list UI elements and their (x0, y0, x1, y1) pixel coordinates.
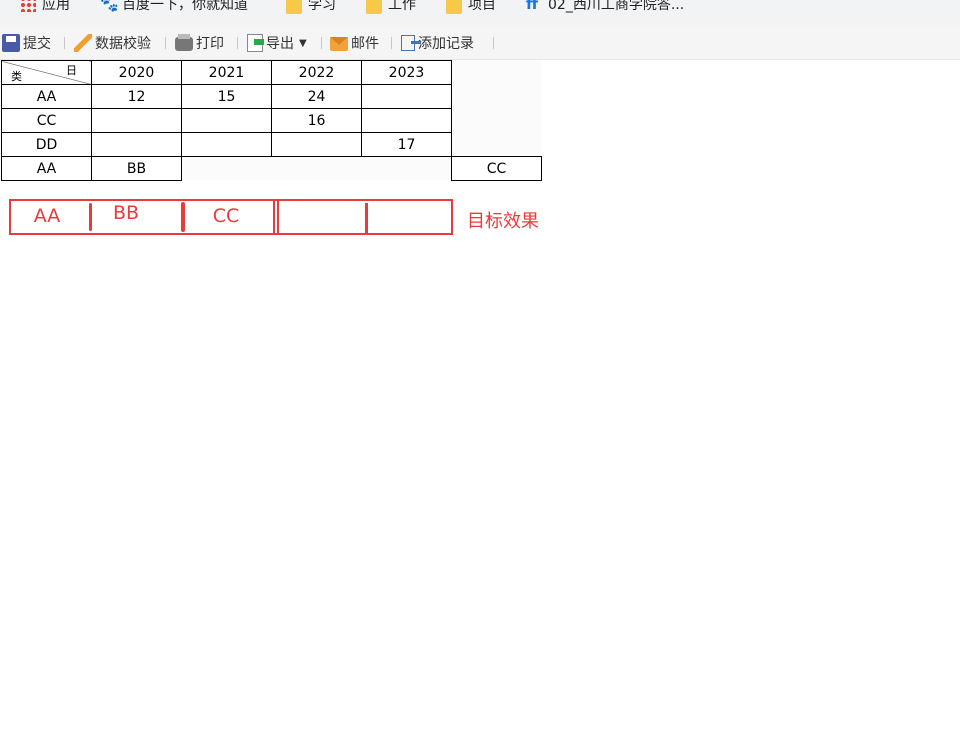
year-header: 2022 (271, 60, 362, 85)
table-cell (91, 108, 182, 133)
bookmark-project[interactable]: 项目 (446, 0, 496, 14)
bookmarks-bar: 应用 🐾 百度一下，你就知道 学习 工作 项目 ff 02_西川工商学院答... (0, 0, 960, 26)
toolbar-divider (165, 37, 166, 49)
row-label: DD (1, 132, 92, 157)
empty-cell (452, 133, 542, 157)
table-row: AA 12 15 24 (1, 84, 542, 109)
row-label: AA (1, 84, 92, 109)
mail-icon (330, 37, 348, 51)
folder-icon (446, 0, 462, 14)
table-cell: BB (91, 156, 182, 181)
bookmark-label: 应用 (42, 0, 70, 13)
toolbar-divider (237, 37, 238, 49)
bookmark-apps[interactable]: 应用 (20, 0, 70, 14)
bookmark-label: 学习 (308, 0, 336, 13)
table-cell (181, 108, 272, 133)
print-button[interactable]: 打印 (175, 33, 224, 53)
table-cell: 15 (181, 84, 272, 109)
export-icon (247, 34, 264, 52)
report-table: 日 类 2020 2021 2022 2023 AA 12 15 24 CC 1… (1, 60, 542, 181)
save-icon (2, 34, 20, 52)
table-cell: CC (451, 156, 542, 181)
empty-cell (452, 109, 542, 133)
table-cell (361, 84, 452, 109)
pencil-icon (74, 34, 92, 52)
table-cell (361, 108, 452, 133)
add-record-icon (401, 35, 421, 51)
empty-cell (362, 157, 452, 181)
bookmark-label: 工作 (388, 0, 416, 13)
printer-icon (175, 34, 193, 51)
submit-button[interactable]: 提交 (2, 33, 51, 53)
divider-mark (273, 201, 275, 233)
add-record-label: 添加记录 (418, 36, 474, 52)
corner-top-label: 日 (66, 64, 77, 77)
bookmark-label: 项目 (468, 0, 496, 13)
target-effect-label: 目标效果 (467, 211, 539, 232)
folder-icon (286, 0, 302, 14)
export-button[interactable]: 导出 ▼ (247, 33, 307, 53)
table-row: CC 16 (1, 108, 542, 133)
table-cell: 12 (91, 84, 182, 109)
submit-label: 提交 (23, 36, 51, 52)
corner-bottom-label: 类 (11, 70, 22, 83)
table-cell: 16 (271, 108, 362, 133)
table-cell: 24 (271, 84, 362, 109)
report-toolbar: 提交 数据校验 打印 导出 ▼ 邮件 添加记录 (0, 25, 960, 60)
table-row: AA BB CC (1, 156, 542, 181)
target-cell: AA (33, 205, 61, 227)
divider-mark (89, 203, 92, 231)
folder-icon (366, 0, 382, 14)
target-cell: CC (212, 205, 240, 227)
bookmark-label: 百度一下，你就知道 (122, 0, 248, 13)
mail-button[interactable]: 邮件 (330, 33, 379, 53)
mail-label: 邮件 (351, 36, 379, 52)
table-cell: AA (1, 156, 92, 181)
divider-mark (277, 201, 279, 233)
table-cell (91, 132, 182, 157)
table-cell (271, 132, 362, 157)
site-favicon: ff (526, 0, 539, 13)
validate-button[interactable]: 数据校验 (74, 33, 151, 53)
export-label: 导出 (266, 36, 294, 52)
row-label: CC (1, 108, 92, 133)
chevron-down-icon: ▼ (299, 37, 307, 49)
year-header: 2021 (181, 60, 272, 85)
baidu-paw-icon: 🐾 (100, 0, 119, 13)
toolbar-divider (391, 37, 392, 49)
add-record-button[interactable]: 添加记录 (401, 33, 474, 53)
table-header-row: 日 类 2020 2021 2022 2023 (1, 60, 542, 85)
empty-cell (182, 157, 272, 181)
table-cell: 17 (361, 132, 452, 157)
divider-mark (181, 202, 185, 232)
empty-cell (452, 85, 542, 109)
diagonal-header-cell: 日 类 (1, 60, 92, 85)
apps-icon (20, 0, 36, 12)
year-header: 2023 (361, 60, 452, 85)
table-cell (181, 132, 272, 157)
empty-cell (272, 157, 362, 181)
target-cell: BB (112, 202, 140, 224)
bookmark-label: 02_西川工商学院答... (548, 0, 685, 13)
bookmark-work[interactable]: 工作 (366, 0, 416, 14)
divider-mark (365, 203, 368, 233)
print-label: 打印 (196, 36, 224, 52)
table-row: DD 17 (1, 132, 542, 157)
validate-label: 数据校验 (95, 36, 151, 52)
year-header: 2020 (91, 60, 182, 85)
bookmark-study[interactable]: 学习 (286, 0, 336, 14)
empty-cell (452, 61, 542, 85)
toolbar-divider (493, 37, 494, 49)
target-effect-box: AA BB CC (9, 199, 453, 235)
toolbar-divider (321, 37, 322, 49)
bookmark-college[interactable]: ff 02_西川工商学院答... (526, 0, 684, 14)
bookmark-baidu[interactable]: 🐾 百度一下，你就知道 (100, 0, 248, 14)
toolbar-divider (64, 37, 65, 49)
